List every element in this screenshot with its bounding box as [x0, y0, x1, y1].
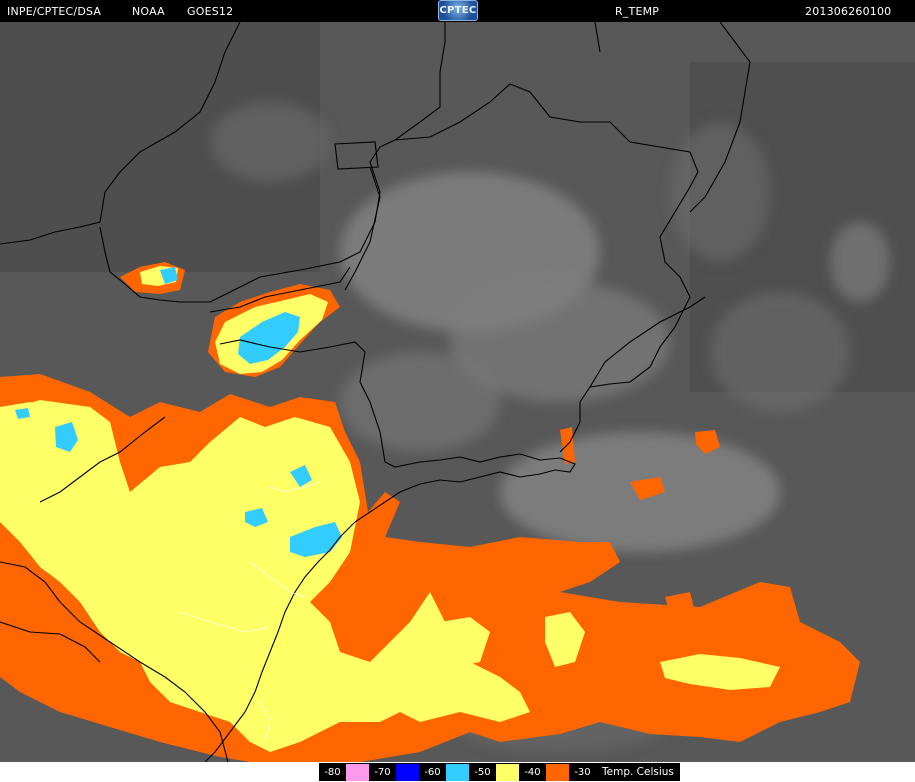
source-label: NOAA [132, 5, 165, 18]
logo-text: CPTEC [439, 5, 477, 16]
legend-swatch-cyan [446, 763, 469, 781]
legend-label-70: -70 [374, 766, 391, 778]
legend-unit: Temp. Celsius [602, 766, 674, 778]
legend-label-30: -30 [574, 766, 591, 778]
satellite-label: GOES12 [187, 5, 234, 18]
legend: -80 -70 -60 -50 -40 -30 Temp. Celsius [319, 763, 680, 781]
product-label: R_TEMP [615, 5, 660, 18]
legend-label-60: -60 [424, 766, 441, 778]
satellite-map [0, 22, 915, 762]
legend-label-40: -40 [524, 766, 541, 778]
legend-swatch-orange [546, 763, 569, 781]
legend-swatch-yellow [496, 763, 519, 781]
legend-swatch-pink [346, 763, 369, 781]
legend-label-50: -50 [474, 766, 491, 778]
legend-swatch-blue [396, 763, 419, 781]
header-bar: INPE/CPTEC/DSA NOAA GOES12 CPTEC R_TEMP … [0, 0, 915, 22]
agency-label: INPE/CPTEC/DSA [7, 5, 102, 18]
legend-label-80: -80 [324, 766, 341, 778]
legend-bar: -80 -70 -60 -50 -40 -30 Temp. Celsius [0, 762, 915, 782]
cptec-logo: CPTEC [438, 0, 478, 21]
timestamp-label: 201306260100 [805, 5, 892, 18]
satellite-image [0, 22, 915, 762]
